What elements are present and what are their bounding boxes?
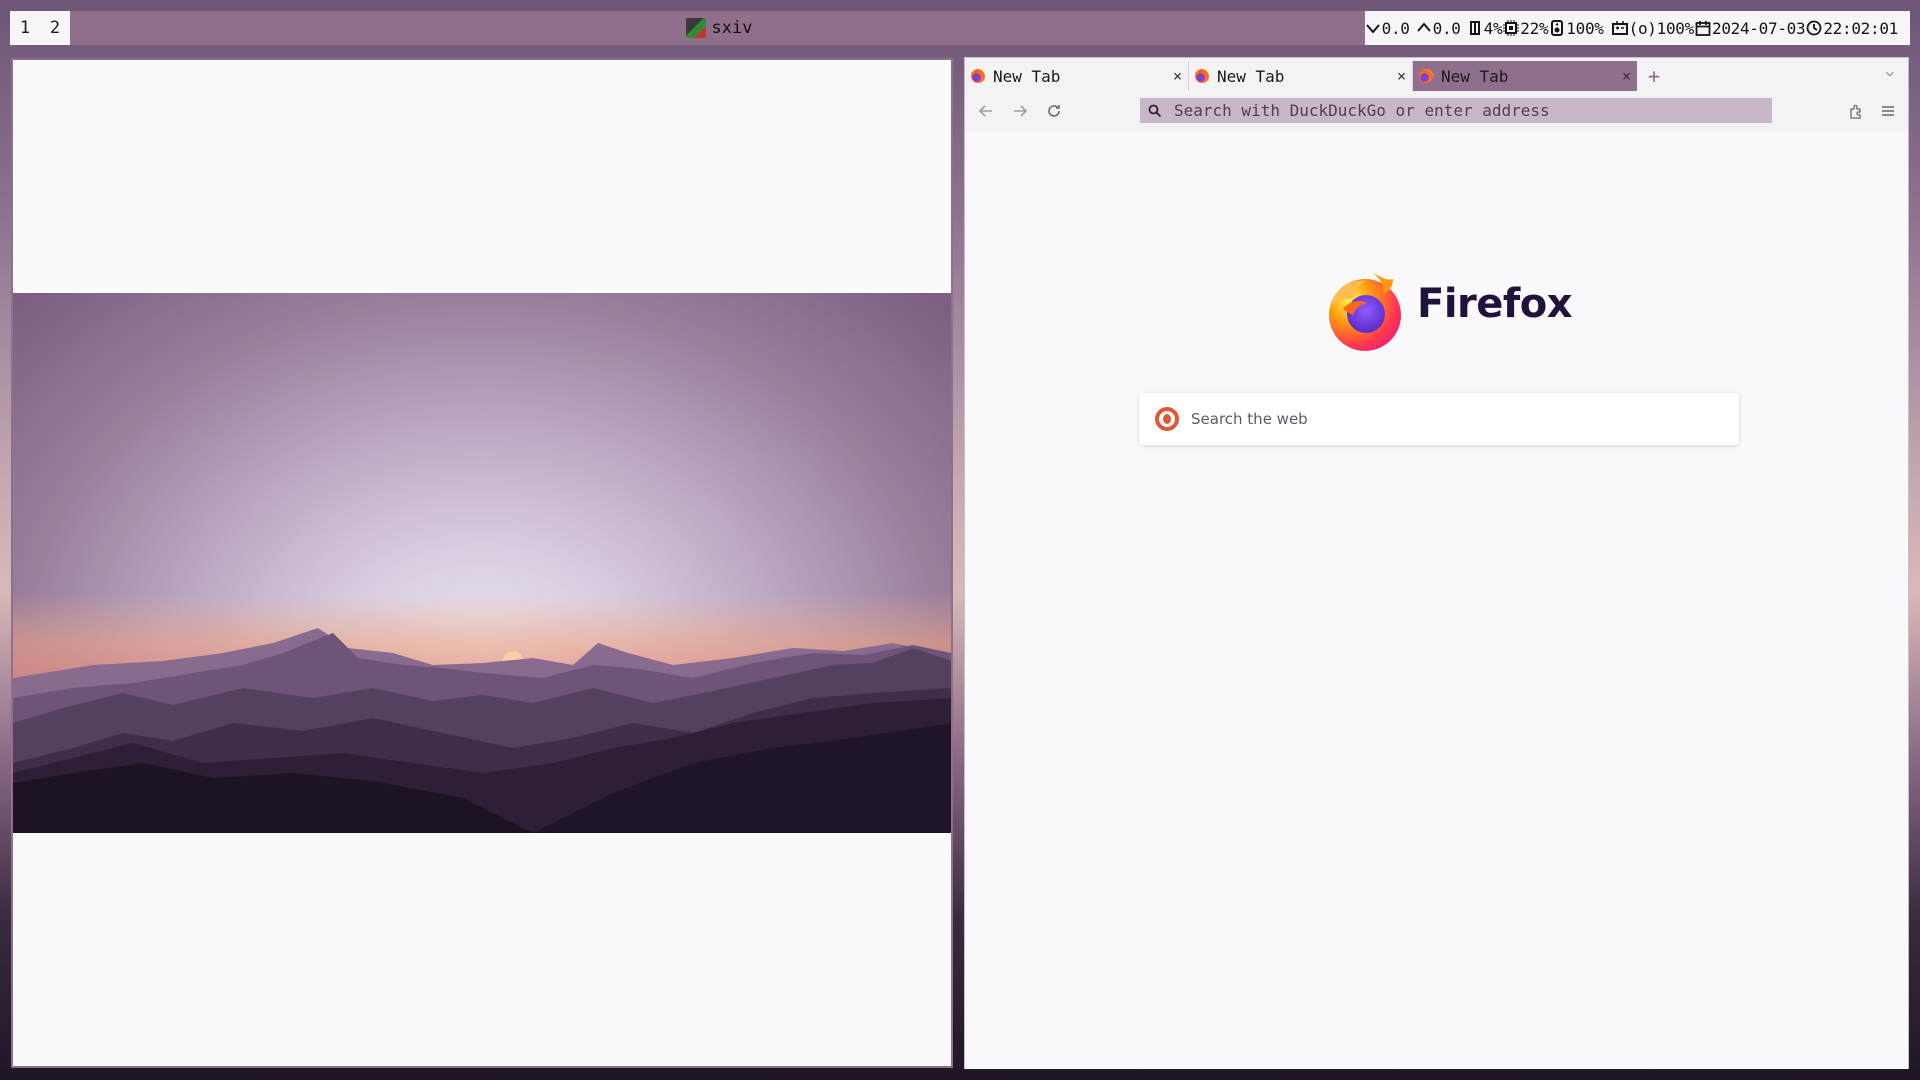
memory-icon <box>1469 21 1480 35</box>
web-search-input[interactable] <box>1191 410 1711 428</box>
clock-icon <box>1806 20 1822 36</box>
reload-button[interactable] <box>1043 100 1065 122</box>
upload-arrow-icon <box>1416 22 1431 32</box>
mountain-sunset-image <box>13 293 951 833</box>
memory-value: 4% <box>1483 18 1503 38</box>
mountain-silhouettes <box>13 593 951 833</box>
time-value: 22:02:01 <box>1823 18 1898 38</box>
close-tab-icon[interactable]: × <box>1173 67 1182 85</box>
sxiv-app-icon <box>685 18 706 38</box>
forward-button[interactable] <box>1009 100 1031 122</box>
workspace-2-button[interactable]: 2 <box>40 11 70 45</box>
firefox-favicon-icon <box>971 69 985 83</box>
web-search-box[interactable] <box>1139 393 1739 445</box>
tab-label: New Tab <box>993 66 1061 86</box>
app-menu-button[interactable] <box>1877 100 1899 122</box>
tab-new-tab-2[interactable]: New Tab × <box>1189 61 1413 91</box>
speaker-icon <box>1551 20 1564 36</box>
sxiv-image-viewer-window[interactable] <box>11 58 953 1068</box>
battery-icon <box>1611 21 1628 35</box>
extensions-button[interactable] <box>1845 100 1867 122</box>
reload-icon <box>1048 105 1060 117</box>
window-title-text: sxiv <box>711 18 753 38</box>
volume-value: 100% <box>1566 18 1604 38</box>
close-tab-icon[interactable]: × <box>1397 67 1406 85</box>
tab-new-tab-1[interactable]: New Tab × <box>965 61 1189 91</box>
net-down-value: 0.0 <box>1381 18 1410 38</box>
date-value: 2024-07-03 <box>1711 18 1806 38</box>
firefox-wordmark: Firefox <box>1417 281 1573 327</box>
puzzle-piece-icon <box>1850 104 1861 119</box>
back-button[interactable] <box>975 100 997 122</box>
close-tab-icon[interactable]: × <box>1622 67 1631 85</box>
download-arrow-icon <box>1365 24 1380 34</box>
firefox-favicon-icon <box>1195 69 1209 83</box>
new-tab-button[interactable]: + <box>1637 61 1671 91</box>
url-bar[interactable] <box>1140 98 1772 123</box>
forward-arrow-icon <box>1014 105 1028 117</box>
top-status-bar: 1 2 3 sxiv 0.0 0.0 4% 22% 100% (o)100% 2… <box>10 11 1910 45</box>
cpu-icon <box>1503 20 1520 36</box>
firefox-favicon-icon <box>1419 69 1433 83</box>
cpu-value: 22% <box>1520 18 1549 38</box>
hamburger-menu-icon <box>1882 106 1894 116</box>
workspace-1-button[interactable]: 1 <box>10 11 40 45</box>
new-tab-page: Firefox <box>965 131 1908 1069</box>
url-input[interactable] <box>1174 101 1754 120</box>
tab-new-tab-3-active[interactable]: New Tab × <box>1413 61 1637 91</box>
net-up-value: 0.0 <box>1432 18 1461 38</box>
back-arrow-icon <box>978 105 992 117</box>
status-area: 0.0 0.0 4% 22% 100% (o)100% 2024-07-03 2… <box>1364 11 1898 45</box>
list-all-tabs-chevron-icon[interactable]: ⌵ <box>1886 64 1894 80</box>
search-icon <box>1148 104 1162 117</box>
duckduckgo-logo-icon <box>1155 407 1179 431</box>
battery-value: (o)100% <box>1628 18 1695 38</box>
firefox-logo-icon <box>1329 273 1401 351</box>
navigation-toolbar <box>965 91 1908 131</box>
tab-bar: New Tab × New Tab × New Tab × + ⌵ <box>965 58 1908 91</box>
firefox-browser-window[interactable]: New Tab × New Tab × New Tab × + ⌵ Search… <box>964 57 1909 1069</box>
tab-label: New Tab <box>1441 66 1509 86</box>
calendar-icon <box>1695 21 1711 36</box>
focused-window-title: sxiv <box>73 11 1365 45</box>
tab-label: New Tab <box>1217 66 1285 86</box>
